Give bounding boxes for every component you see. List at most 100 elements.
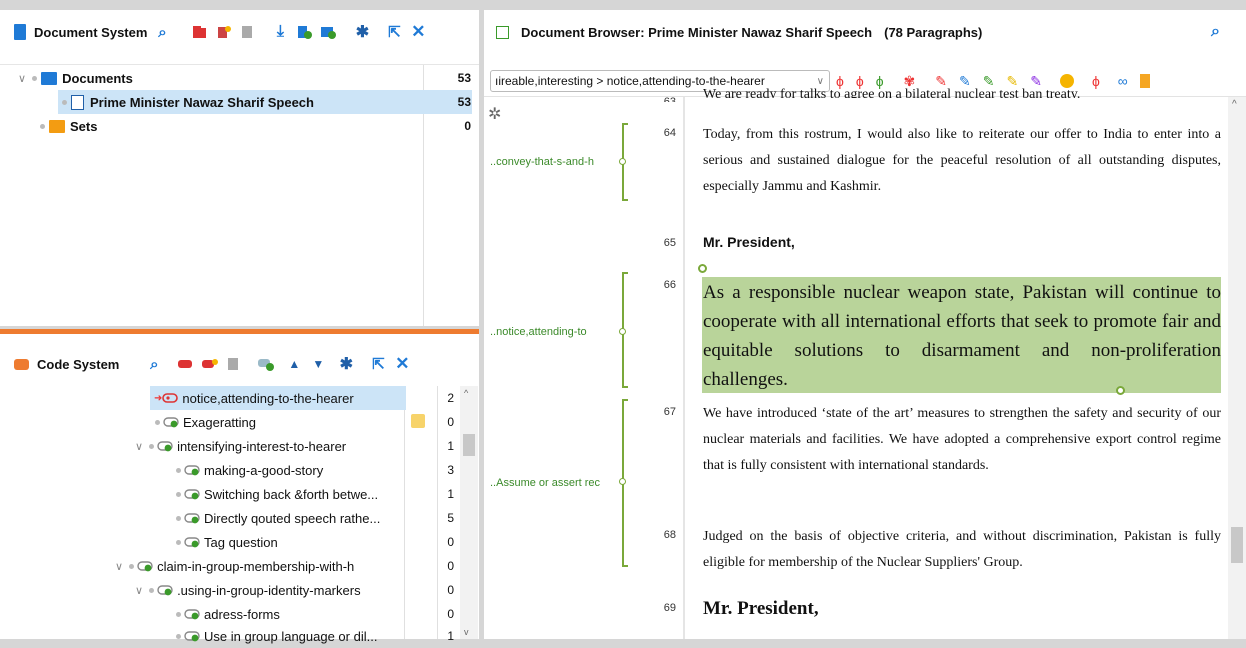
highlight-purple-icon[interactable]: ✎: [1030, 73, 1042, 90]
tree-node-sets[interactable]: Sets 0: [0, 114, 479, 138]
segment-label[interactable]: ..notice,attending-to: [490, 326, 618, 338]
activate-docs-icon[interactable]: [191, 23, 209, 41]
emoticode-icon[interactable]: ✾: [904, 73, 916, 90]
highlight-blue-icon[interactable]: ✎: [959, 73, 971, 90]
code-tag-icon: [163, 416, 180, 428]
code-count: 0: [447, 559, 454, 573]
chevron-down-icon: ∨: [816, 75, 824, 87]
segment-label[interactable]: ..convey-that-s-and-h: [490, 156, 618, 168]
code-count: 3: [447, 463, 454, 477]
move-down-icon[interactable]: ▼: [309, 355, 327, 373]
document-copy-icon[interactable]: [239, 23, 257, 41]
chevron-down-icon[interactable]: ∨: [18, 72, 26, 85]
link-icon[interactable]: ∞: [1118, 73, 1128, 89]
code-system-panel: Code System ⌕ ▲ ▼ ✱ ⇱ ✕ ^ v ➜ notice,att…: [0, 334, 479, 644]
code-with-green-icon[interactable]: ϕ: [876, 73, 884, 89]
text-document-icon: [71, 94, 84, 110]
code-row-exageratting[interactable]: Exageratting: [155, 410, 256, 434]
undock-icon[interactable]: ⇱: [385, 23, 403, 41]
code-label: making-a-good-story: [204, 462, 324, 478]
code-label: .using-in-group-identity-markers: [177, 582, 361, 598]
activate-codes-icon[interactable]: [177, 355, 195, 373]
chevron-down-icon[interactable]: ∨: [135, 440, 143, 453]
paragraph-text[interactable]: We are ready for talks to agree on a bil…: [703, 88, 1223, 98]
code-row-group-language[interactable]: Use in group language or dil...: [176, 624, 377, 648]
code-system-header: Code System ⌕ ▲ ▼ ✱ ⇱ ✕: [0, 334, 479, 394]
code-system-scrollbar[interactable]: ^ v: [460, 386, 478, 639]
search-icon[interactable]: ⌕: [145, 355, 163, 373]
code-row-claim[interactable]: ∨ claim-in-group-membership-with-h: [115, 554, 354, 578]
segment-bracket-handle[interactable]: [619, 478, 626, 485]
code-tag-icon: [184, 512, 201, 524]
paragraph-heading[interactable]: Mr. President,: [703, 598, 819, 620]
import-icon[interactable]: ⤓: [271, 23, 289, 41]
deactivate-icon[interactable]: [215, 23, 233, 41]
paragraph-heading[interactable]: Mr. President,: [703, 234, 795, 250]
segment-label[interactable]: ..Assume or assert rec: [490, 477, 618, 489]
code-row-tag-question[interactable]: Tag question: [176, 530, 278, 554]
settings-gear-icon[interactable]: ✱: [353, 23, 371, 41]
tree-node-documents[interactable]: ∨ Documents 53: [0, 66, 479, 90]
code-with-new-code-icon[interactable]: ϕ: [856, 73, 864, 89]
highlight-yellow-icon[interactable]: ✎: [1006, 73, 1018, 90]
active-dot-icon: [149, 587, 155, 593]
emoji-icon[interactable]: [1059, 74, 1074, 88]
code-tag-icon: [184, 608, 201, 620]
code-label: claim-in-group-membership-with-h: [157, 558, 355, 574]
close-icon[interactable]: ✕: [393, 354, 411, 373]
paragraph-text[interactable]: Judged on the basis of objective criteri…: [703, 524, 1221, 576]
paragraph-text[interactable]: Today, from this rostrum, I would also l…: [703, 122, 1221, 200]
chevron-down-icon[interactable]: ∨: [135, 584, 143, 597]
active-dot-icon: [32, 75, 38, 81]
undock-icon[interactable]: ⇱: [369, 355, 387, 373]
edit-document-icon[interactable]: [496, 25, 509, 39]
document-browser-panel: Document Browser: Prime Minister Nawaz S…: [484, 10, 1246, 639]
document-browser-header: Document Browser: Prime Minister Nawaz S…: [484, 10, 1246, 54]
coded-paragraph-text[interactable]: As a responsible nuclear weapon state, P…: [703, 278, 1221, 394]
memo-icon[interactable]: [411, 414, 425, 428]
paragraph-number: 64: [663, 127, 676, 139]
code-count: 2: [447, 391, 454, 405]
tree-count-sets: 0: [464, 119, 471, 133]
code-copy-icon[interactable]: [225, 355, 243, 373]
code-row-switching[interactable]: Switching back &forth betwe...: [176, 482, 378, 506]
code-tag-icon: [137, 560, 154, 572]
new-document-icon[interactable]: [295, 23, 313, 41]
segment-bracket-handle[interactable]: [619, 158, 626, 165]
settings-gear-icon[interactable]: ✱: [337, 355, 355, 373]
search-icon[interactable]: ⌕: [1211, 23, 1220, 41]
paragraph-count: (78 Paragraphs): [884, 24, 983, 40]
new-document-group-icon[interactable]: [319, 23, 337, 41]
code-row-story[interactable]: making-a-good-story: [176, 458, 323, 482]
code-remove-icon[interactable]: ϕ: [1092, 73, 1100, 89]
selection-start-handle[interactable]: [698, 264, 707, 273]
code-tag-icon: [184, 630, 201, 642]
document-system-title: Document System: [34, 24, 148, 40]
code-tag-icon: [184, 536, 201, 548]
tree-label-sets: Sets: [70, 118, 98, 134]
deactivate-codes-icon[interactable]: [201, 355, 219, 373]
new-code-icon[interactable]: [257, 355, 275, 373]
code-row-quoted[interactable]: Directly qouted speech rathe...: [176, 506, 380, 530]
code-row-intensifying[interactable]: ∨ intensifying-interest-to-hearer: [135, 434, 346, 458]
code-count: 0: [447, 607, 454, 621]
document-browser-scrollbar[interactable]: ^: [1228, 97, 1246, 639]
code-label: adress-forms: [204, 606, 280, 622]
segment-bracket-handle[interactable]: [619, 328, 626, 335]
code-filter-value: ıireable,interesting > notice,attending-…: [495, 74, 765, 88]
code-pin-icon[interactable]: ϕ: [836, 73, 844, 89]
move-up-icon[interactable]: ▲: [285, 355, 303, 373]
search-icon[interactable]: ⌕: [153, 23, 171, 41]
highlight-red-icon[interactable]: ✎: [935, 73, 947, 90]
code-row-identity-markers[interactable]: ∨ .using-in-group-identity-markers: [135, 578, 361, 602]
active-dot-icon: [129, 563, 135, 569]
tree-node-speech-document[interactable]: Prime Minister Nawaz Sharif Speech 53: [58, 90, 472, 114]
highlight-green-icon[interactable]: ✎: [983, 73, 995, 90]
close-icon[interactable]: ✕: [409, 22, 427, 41]
settings-gear-icon[interactable]: ✲: [488, 104, 501, 124]
memo-icon[interactable]: [1139, 74, 1150, 88]
chevron-down-icon[interactable]: ∨: [115, 560, 123, 573]
paragraph-text[interactable]: We have introduced ‘state of the art’ me…: [703, 401, 1221, 479]
code-row-adress-forms[interactable]: adress-forms: [176, 602, 280, 626]
code-row-notice[interactable]: ➜ notice,attending-to-the-hearer: [150, 386, 406, 410]
